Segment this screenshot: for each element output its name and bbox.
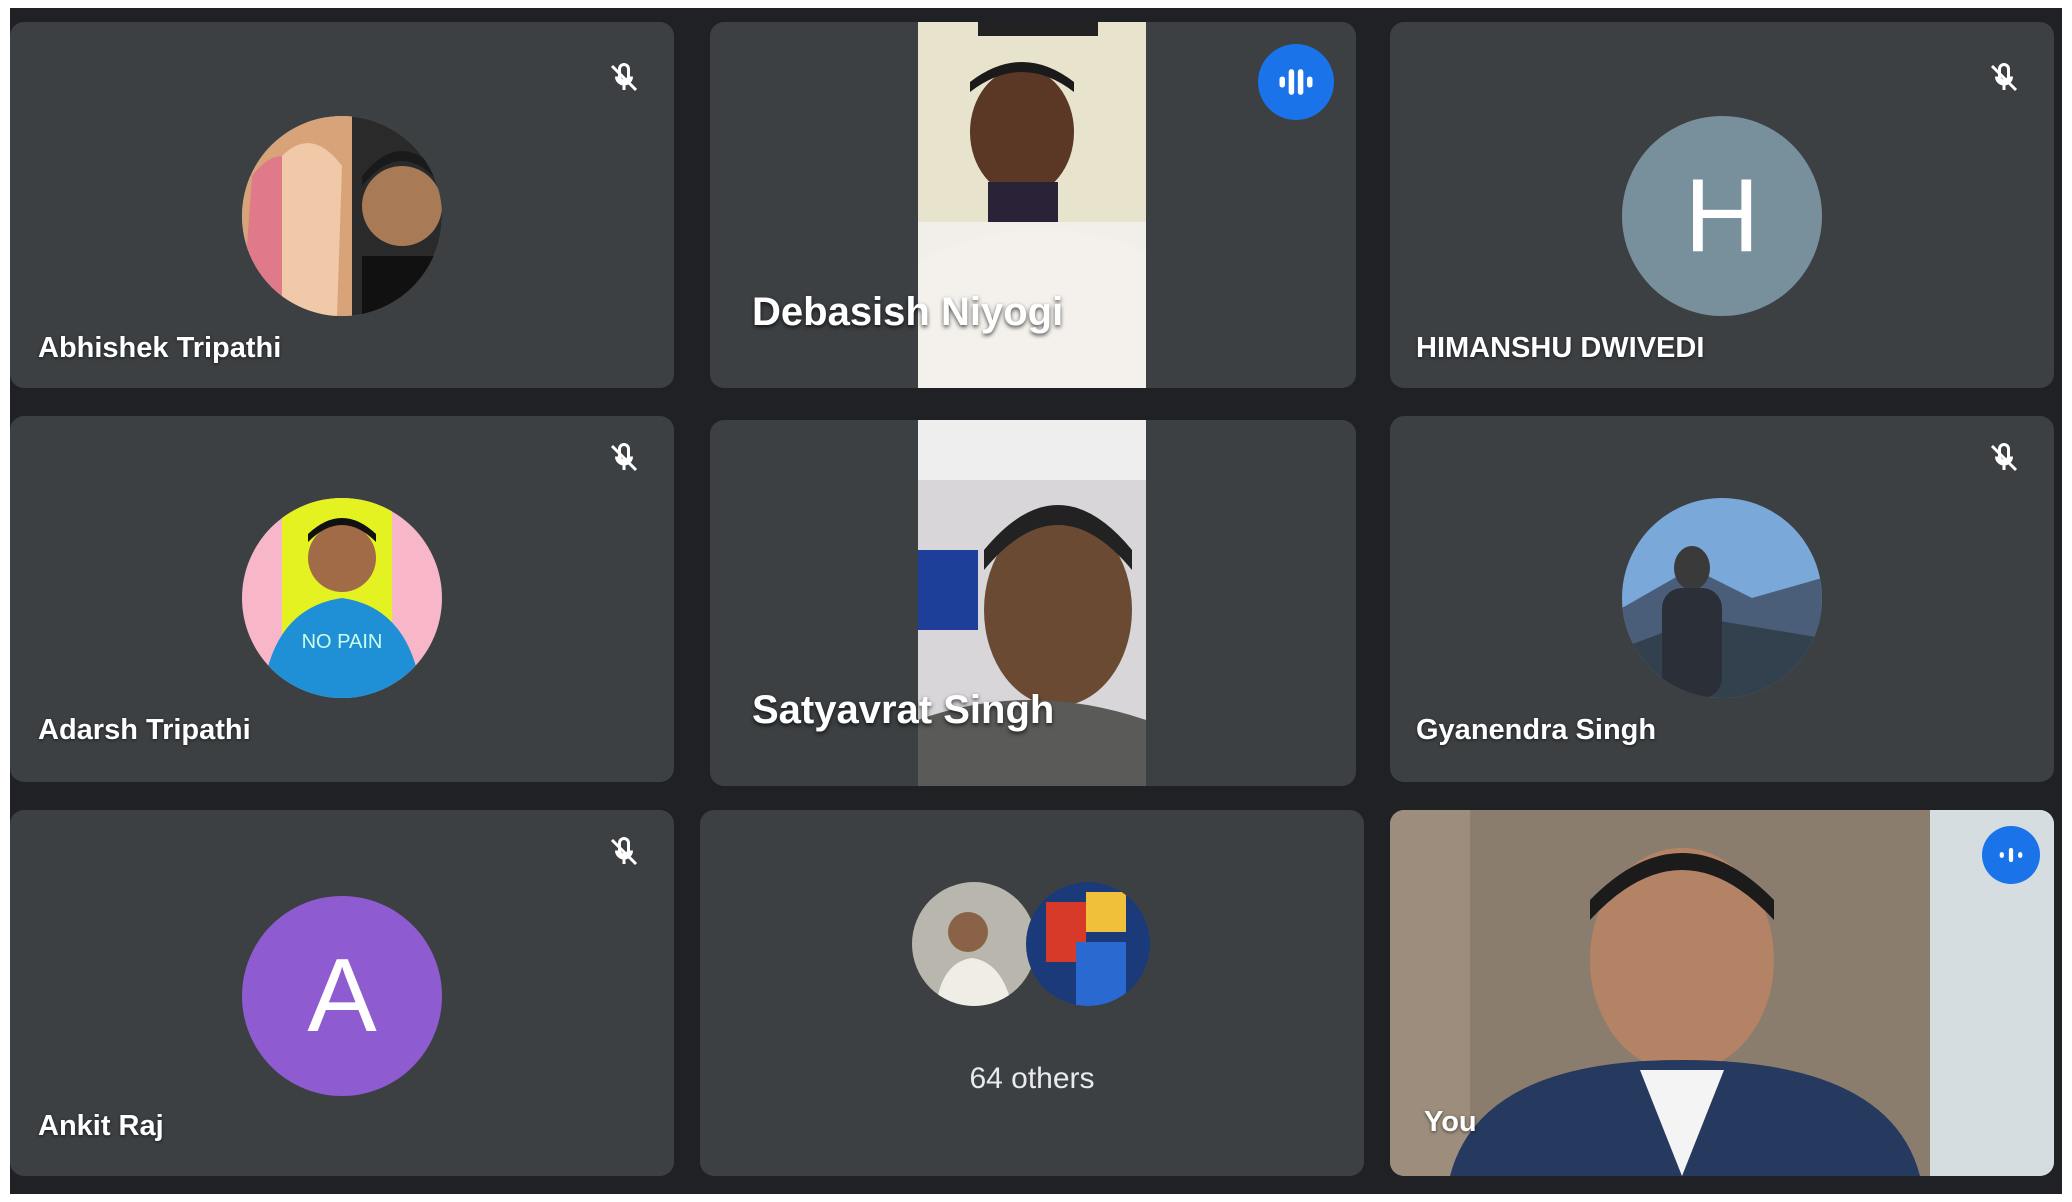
mic-off-icon	[1982, 436, 2026, 480]
participant-name: Gyanendra Singh	[1416, 714, 1657, 746]
participant-tile-gyanendra[interactable]: Gyanendra Singh	[1390, 416, 2054, 782]
mic-off-icon	[1982, 56, 2026, 100]
mic-off-icon	[602, 56, 646, 100]
participant-name: Adarsh Tripathi	[38, 714, 251, 746]
avatar-letter: A	[242, 896, 442, 1096]
svg-text:NO PAIN: NO PAIN	[302, 631, 383, 653]
participant-name: Satyavrat Singh	[752, 688, 1055, 732]
speaking-indicator-icon	[1258, 44, 1334, 120]
avatar-photo: NO PAIN	[242, 498, 442, 698]
avatar-photo	[1622, 498, 1822, 698]
participant-tile-satyavrat[interactable]: Satyavrat Singh	[710, 420, 1356, 786]
others-count: 64 others	[969, 1062, 1095, 1095]
participant-name: Ankit Raj	[38, 1110, 164, 1142]
meeting-grid: Abhishek Tripathi Debasish Niyogi H HIMA…	[10, 8, 2062, 1194]
avatar-letter: H	[1622, 116, 1822, 316]
participant-tile-debasish[interactable]: Debasish Niyogi	[710, 22, 1356, 388]
self-tile[interactable]: You	[1390, 810, 2054, 1176]
self-video	[1390, 810, 2054, 1176]
speaking-indicator-icon	[1982, 826, 2040, 884]
self-name: You	[1424, 1106, 1477, 1138]
avatar-photo	[1026, 882, 1150, 1006]
participant-name: Abhishek Tripathi	[38, 332, 282, 364]
mic-off-icon	[602, 436, 646, 480]
participant-tile-himanshu[interactable]: H HIMANSHU DWIVEDI	[1390, 22, 2054, 388]
avatar-photo	[912, 882, 1036, 1006]
avatar-photo	[242, 116, 442, 316]
participant-name: HIMANSHU DWIVEDI	[1416, 332, 1705, 364]
mic-off-icon	[602, 830, 646, 874]
participant-tile-abhishek[interactable]: Abhishek Tripathi	[10, 22, 674, 388]
participant-tile-ankit[interactable]: A Ankit Raj	[10, 810, 674, 1176]
others-tile[interactable]: 64 others	[700, 810, 1364, 1176]
participant-name: Debasish Niyogi	[752, 290, 1064, 334]
participant-tile-adarsh[interactable]: NO PAIN Adarsh Tripathi	[10, 416, 674, 782]
